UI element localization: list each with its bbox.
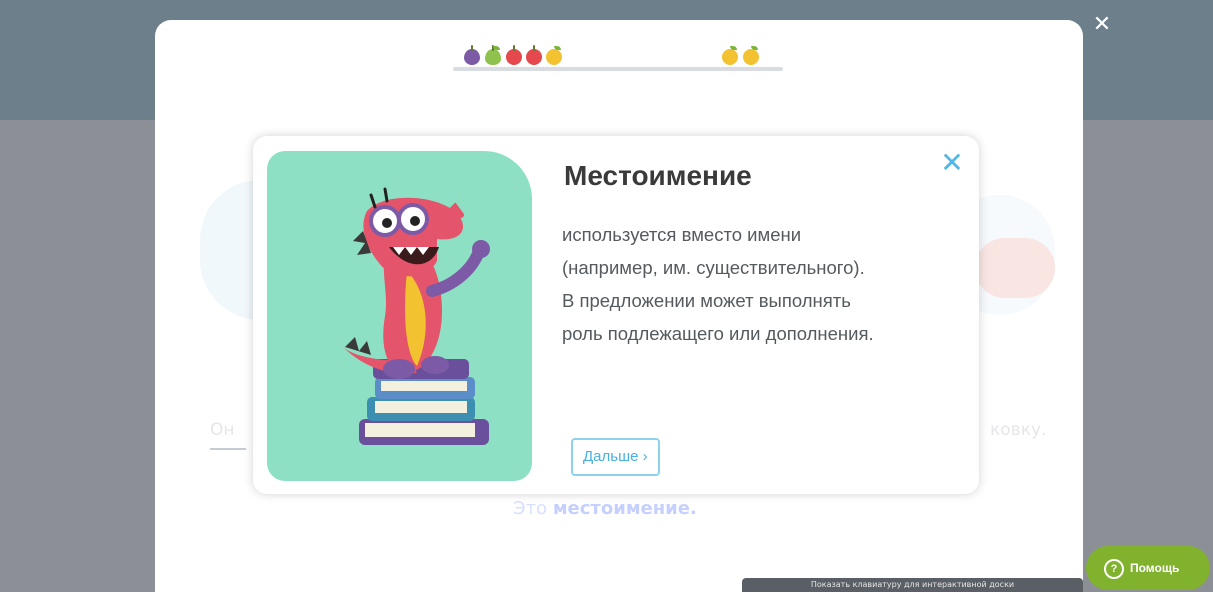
sentence-start: Он (210, 420, 235, 440)
description-line: (например, им. существительного). (562, 257, 865, 278)
close-lesson-icon[interactable]: ✕ (1091, 14, 1113, 36)
lesson-caption: Это местоимение. (513, 498, 697, 519)
lemon-icon (545, 46, 563, 66)
sentence-end: ковку. (990, 420, 1047, 440)
next-button[interactable]: Дальше › (571, 438, 660, 476)
help-label: Помощь (1130, 561, 1180, 575)
description-line: используется вместо имени (562, 224, 802, 245)
progress-track (453, 67, 783, 71)
dinosaur-illustration (342, 187, 490, 445)
lemon-icon (742, 46, 760, 66)
caption-prefix: Это (513, 498, 548, 519)
background-cloud (975, 238, 1055, 298)
progress-bar (453, 32, 783, 72)
pear-icon (484, 45, 502, 66)
apple-icon (505, 45, 523, 66)
close-icon[interactable]: ✕ (939, 149, 965, 177)
popup-title: Местоимение (564, 160, 752, 191)
popup-description: используется вместо имени (например, им.… (562, 218, 962, 350)
definition-popup: ✕ Местоимение используется вместо имени … (253, 136, 979, 494)
apple-icon (525, 45, 543, 66)
help-icon: ? (1104, 559, 1124, 579)
description-line: В предложении может выполнять (562, 290, 851, 311)
sentence-underline (210, 448, 246, 450)
caption-term: местоимение. (552, 498, 697, 519)
show-keyboard-button[interactable]: Показать клавиатуру для интерактивной до… (742, 578, 1083, 592)
lemon-icon (721, 46, 739, 66)
description-line: роль подлежащего или дополнения. (562, 323, 874, 344)
plum-icon (463, 45, 481, 66)
help-button[interactable]: ? Помощь (1086, 546, 1210, 590)
illustration-panel (267, 151, 532, 481)
